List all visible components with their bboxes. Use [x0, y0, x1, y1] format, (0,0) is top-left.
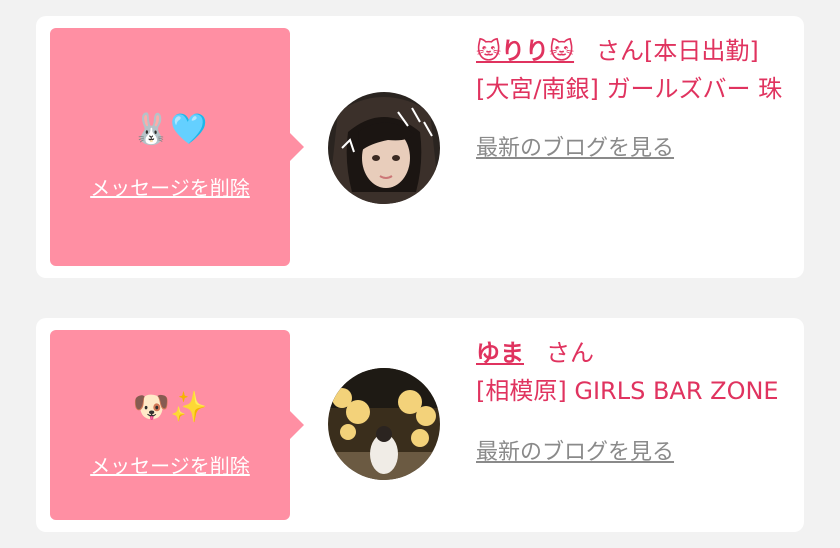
shop-area: [相模原] GIRLS BAR ZONE: [476, 377, 779, 405]
honorific: さん: [596, 37, 645, 65]
message-text: 🐶✨: [132, 390, 208, 425]
message-card: 🐶✨ メッセージを削除 ゆま さん [相模原] GIRLS BAR ZONE 最新…: [36, 318, 804, 532]
sender-info: 🐱りり🐱 さん[本日出勤] [大宮/南銀] ガールズバー 珠 最新のブログを見る: [476, 32, 792, 162]
sender-name-link[interactable]: 🐱りり🐱: [476, 37, 574, 65]
girl-portrait-photo-icon: [328, 92, 440, 204]
latest-blog-link[interactable]: 最新のブログを見る: [476, 130, 674, 162]
honorific: さん: [546, 339, 594, 367]
delete-message-link[interactable]: メッセージを削除: [50, 172, 290, 201]
avatar[interactable]: [328, 368, 440, 480]
avatar[interactable]: [328, 92, 440, 204]
sender-name-line: ゆま さん: [476, 334, 792, 372]
message-card: 🐰🩵 メッセージを削除 🐱りり🐱 さん[本日出勤] [大宮/南銀] ガールズバー …: [36, 16, 804, 278]
message-bubble: 🐶✨ メッセージを削除: [50, 330, 304, 520]
shop-area: [大宮/南銀] ガールズバー 珠: [476, 75, 783, 103]
sender-name-line: 🐱りり🐱 さん[本日出勤]: [476, 32, 792, 70]
sender-info: ゆま さん [相模原] GIRLS BAR ZONE 最新のブログを見る: [476, 334, 792, 466]
delete-message-link[interactable]: メッセージを削除: [50, 450, 290, 479]
sender-name-link[interactable]: ゆま: [476, 339, 524, 367]
message-bubble: 🐰🩵 メッセージを削除: [50, 28, 304, 266]
message-text: 🐰🩵: [132, 112, 208, 147]
night-illumination-photo-icon: [328, 368, 440, 480]
latest-blog-link[interactable]: 最新のブログを見る: [476, 434, 674, 466]
work-status: [本日出勤]: [644, 37, 759, 65]
